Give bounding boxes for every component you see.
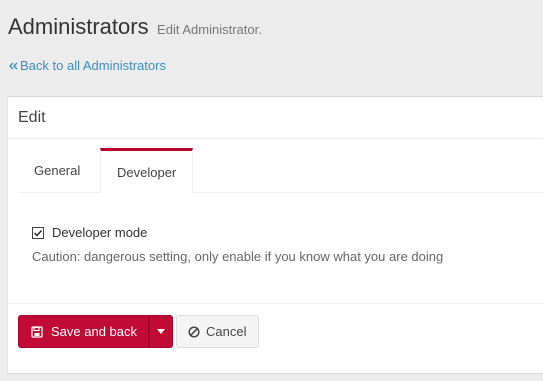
checkmark-icon — [34, 229, 43, 237]
panel-header: Edit — [8, 97, 543, 139]
page-title: Administrators — [8, 14, 149, 39]
panel-footer: Save and back Cancel — [8, 303, 543, 373]
tab-general-label: General — [34, 162, 81, 178]
caret-down-icon — [157, 329, 165, 334]
double-chevron-left-icon — [8, 61, 18, 71]
cancel-button[interactable]: Cancel — [176, 315, 259, 348]
ban-icon — [188, 325, 200, 338]
save-and-back-button[interactable]: Save and back — [18, 315, 149, 348]
developer-mode-checkbox[interactable] — [32, 226, 44, 239]
tab-developer[interactable]: Developer — [100, 148, 193, 193]
cancel-label: Cancel — [206, 324, 247, 339]
developer-tab-content: Developer mode Caution: dangerous settin… — [32, 225, 443, 264]
tab-general[interactable]: General — [18, 148, 100, 192]
floppy-disk-icon — [31, 325, 43, 338]
save-options-dropdown-button[interactable] — [149, 315, 173, 348]
page-subtitle: Edit Administrator. — [157, 22, 262, 37]
tab-developer-label: Developer — [117, 164, 177, 180]
save-button-group: Save and back — [18, 315, 173, 348]
page-header: Administrators Edit Administrator. — [8, 14, 262, 40]
developer-mode-row[interactable]: Developer mode — [32, 225, 443, 240]
edit-panel: Edit General Developer Developer mode Ca… — [8, 96, 543, 373]
panel-title: Edit — [18, 108, 46, 126]
back-to-list-link[interactable]: Back to all Administrators — [8, 58, 166, 73]
developer-mode-help-text: Caution: dangerous setting, only enable … — [32, 249, 444, 264]
save-and-back-label: Save and back — [51, 324, 138, 339]
developer-mode-label: Developer mode — [52, 225, 148, 240]
back-link-label: Back to all Administrators — [20, 58, 166, 73]
tab-bar: General Developer — [18, 148, 543, 193]
